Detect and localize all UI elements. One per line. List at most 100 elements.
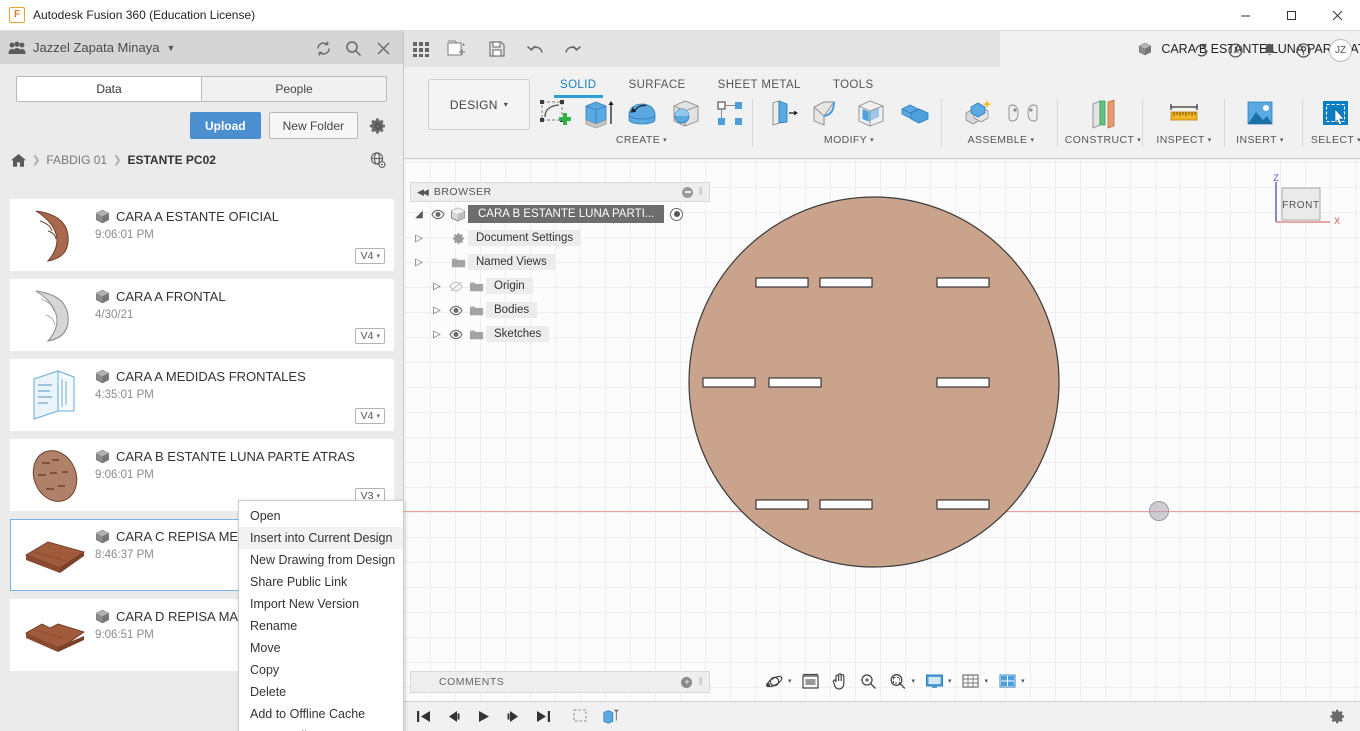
tab-solid[interactable]: SOLID xyxy=(544,74,613,95)
save-icon[interactable] xyxy=(488,39,506,59)
insert-group-label[interactable]: INSERT ▾ xyxy=(1236,134,1284,146)
tab-sheet-metal[interactable]: SHEET METAL xyxy=(702,74,817,95)
expand-arrow-icon[interactable]: ▷ xyxy=(428,281,446,292)
tab-people[interactable]: People xyxy=(202,77,386,101)
context-menu-item[interactable]: Rename xyxy=(239,615,403,637)
tab-tools[interactable]: TOOLS xyxy=(817,74,890,95)
view-cube[interactable]: Z X FRONT xyxy=(1268,174,1340,238)
context-menu-item[interactable]: Insert into Current Design xyxy=(239,527,403,549)
close-window-button[interactable] xyxy=(1314,0,1360,31)
measure-icon[interactable] xyxy=(1164,95,1204,133)
comments-resize-grip-icon[interactable]: ‖ xyxy=(698,676,703,688)
construct-group-label[interactable]: CONSTRUCT ▾ xyxy=(1065,134,1141,146)
expand-arrow-icon[interactable]: ▷ xyxy=(410,233,428,244)
maximize-button[interactable] xyxy=(1268,0,1314,31)
create-group-label[interactable]: CREATE ▾ xyxy=(616,134,667,146)
orbit-icon[interactable] xyxy=(764,671,784,691)
data-panel-settings-gear-icon[interactable] xyxy=(369,117,387,135)
browser-node[interactable]: ▷ Sketches xyxy=(410,322,710,346)
breadcrumb-item-fabdig[interactable]: FABDIG 01 xyxy=(46,153,107,167)
refresh-icon[interactable] xyxy=(315,40,331,56)
eye-icon[interactable] xyxy=(446,305,466,316)
activate-component-radio[interactable] xyxy=(670,208,683,221)
inspect-group-label[interactable]: INSPECT ▾ xyxy=(1156,134,1211,146)
close-panel-icon[interactable] xyxy=(375,40,391,56)
modify-group-label[interactable]: MODIFY ▾ xyxy=(824,134,874,146)
settings-gear-icon[interactable] xyxy=(1329,708,1346,725)
job-status-icon[interactable] xyxy=(1227,42,1244,59)
expand-arrow-icon[interactable]: ▷ xyxy=(428,305,446,316)
globe-view-icon[interactable] xyxy=(369,151,387,169)
file-context-menu[interactable]: OpenInsert into Current DesignNew Drawin… xyxy=(238,500,404,731)
context-menu-item[interactable]: Delete xyxy=(239,681,403,703)
fillet-icon[interactable] xyxy=(807,95,847,133)
step-forward-icon[interactable] xyxy=(504,708,522,726)
browser-panel-header[interactable]: ◀◀ BROWSER ‖ xyxy=(410,182,710,202)
add-comment-icon[interactable]: + xyxy=(681,677,692,688)
collapse-browser-icon[interactable]: ◀◀ xyxy=(417,187,427,198)
select-group-label[interactable]: SELECT ▾ xyxy=(1311,134,1360,146)
grids-snaps-icon[interactable] xyxy=(961,671,981,691)
joint-icon[interactable] xyxy=(1003,95,1043,133)
version-chip[interactable]: V4 ▾ xyxy=(355,328,385,344)
minimize-button[interactable] xyxy=(1222,0,1268,31)
context-menu-item[interactable]: Open xyxy=(239,505,403,527)
tab-data[interactable]: Data xyxy=(17,77,202,101)
offset-plane-icon[interactable] xyxy=(1083,95,1123,133)
new-design-icon[interactable] xyxy=(446,39,468,59)
chevron-down-icon[interactable]: ▾ xyxy=(912,677,916,685)
file-card[interactable]: CARA A FRONTAL 4/30/21 V4 ▾ xyxy=(10,279,394,351)
notifications-bell-icon[interactable] xyxy=(1261,42,1278,59)
context-menu-item[interactable]: Move xyxy=(239,637,403,659)
new-component-icon[interactable] xyxy=(959,95,999,133)
go-to-beginning-icon[interactable] xyxy=(414,708,432,726)
refresh-icon[interactable] xyxy=(1193,42,1210,59)
tab-surface[interactable]: SURFACE xyxy=(613,74,702,95)
pattern-icon[interactable] xyxy=(710,95,750,133)
chevron-down-icon[interactable]: ▾ xyxy=(788,677,792,685)
expand-arrow-icon[interactable]: ▷ xyxy=(410,257,428,268)
display-settings-icon[interactable] xyxy=(924,671,944,691)
chevron-down-icon[interactable]: ▾ xyxy=(1021,677,1025,685)
upload-button[interactable]: Upload xyxy=(190,112,261,139)
version-chip[interactable]: V4 ▾ xyxy=(355,248,385,264)
browser-root-node[interactable]: ◢ CARA B ESTANTE LUNA PARTI... xyxy=(410,202,710,226)
help-icon[interactable] xyxy=(1295,42,1312,59)
chevron-down-icon[interactable]: ▾ xyxy=(985,677,989,685)
3d-viewport[interactable]: ◀◀ BROWSER ‖ ◢ xyxy=(404,160,1360,701)
select-cursor-icon[interactable] xyxy=(1316,95,1356,133)
context-menu-item[interactable]: Create Milestone xyxy=(239,725,403,731)
browser-node[interactable]: ▷ Bodies xyxy=(410,298,710,322)
user-avatar[interactable]: JZ xyxy=(1329,39,1352,62)
comments-panel[interactable]: COMMENTS + ‖ xyxy=(410,671,710,693)
go-to-end-icon[interactable] xyxy=(534,708,552,726)
home-icon[interactable] xyxy=(10,153,26,167)
browser-collapse-dot-icon[interactable] xyxy=(682,187,693,198)
expand-arrow-icon[interactable]: ▷ xyxy=(428,329,446,340)
origin-point-marker[interactable] xyxy=(1149,501,1169,521)
search-icon[interactable] xyxy=(345,40,361,56)
context-menu-item[interactable]: Share Public Link xyxy=(239,571,403,593)
browser-node[interactable]: ▷ Named Views xyxy=(410,250,710,274)
context-menu-item[interactable]: Add to Offline Cache xyxy=(239,703,403,725)
look-at-icon[interactable] xyxy=(801,671,821,691)
chevron-down-icon[interactable]: ▾ xyxy=(948,677,952,685)
browser-resize-grip-icon[interactable]: ‖ xyxy=(698,186,703,198)
play-icon[interactable] xyxy=(474,708,492,726)
extrude-icon[interactable] xyxy=(578,95,618,133)
file-card[interactable]: CARA A MEDIDAS FRONTALES 4:35:01 PM V4 ▾ xyxy=(10,359,394,431)
create-sketch-icon[interactable] xyxy=(534,95,574,133)
sweep-icon[interactable] xyxy=(666,95,706,133)
sketch-marker-icon[interactable] xyxy=(572,708,590,726)
file-card[interactable]: CARA A ESTANTE OFICIAL 9:06:01 PM V4 ▾ xyxy=(10,199,394,271)
workspace-switcher[interactable]: DESIGN ▾ xyxy=(428,79,530,130)
insert-image-icon[interactable] xyxy=(1240,95,1280,133)
context-menu-item[interactable]: Import New Version xyxy=(239,593,403,615)
eye-icon[interactable] xyxy=(446,329,466,340)
eye-icon[interactable] xyxy=(446,281,466,292)
version-chip[interactable]: V4 ▾ xyxy=(355,408,385,424)
eye-icon[interactable] xyxy=(428,209,448,220)
browser-node[interactable]: ▷ Document Settings xyxy=(410,226,710,250)
zoom-icon[interactable] xyxy=(859,671,879,691)
step-back-icon[interactable] xyxy=(444,708,462,726)
